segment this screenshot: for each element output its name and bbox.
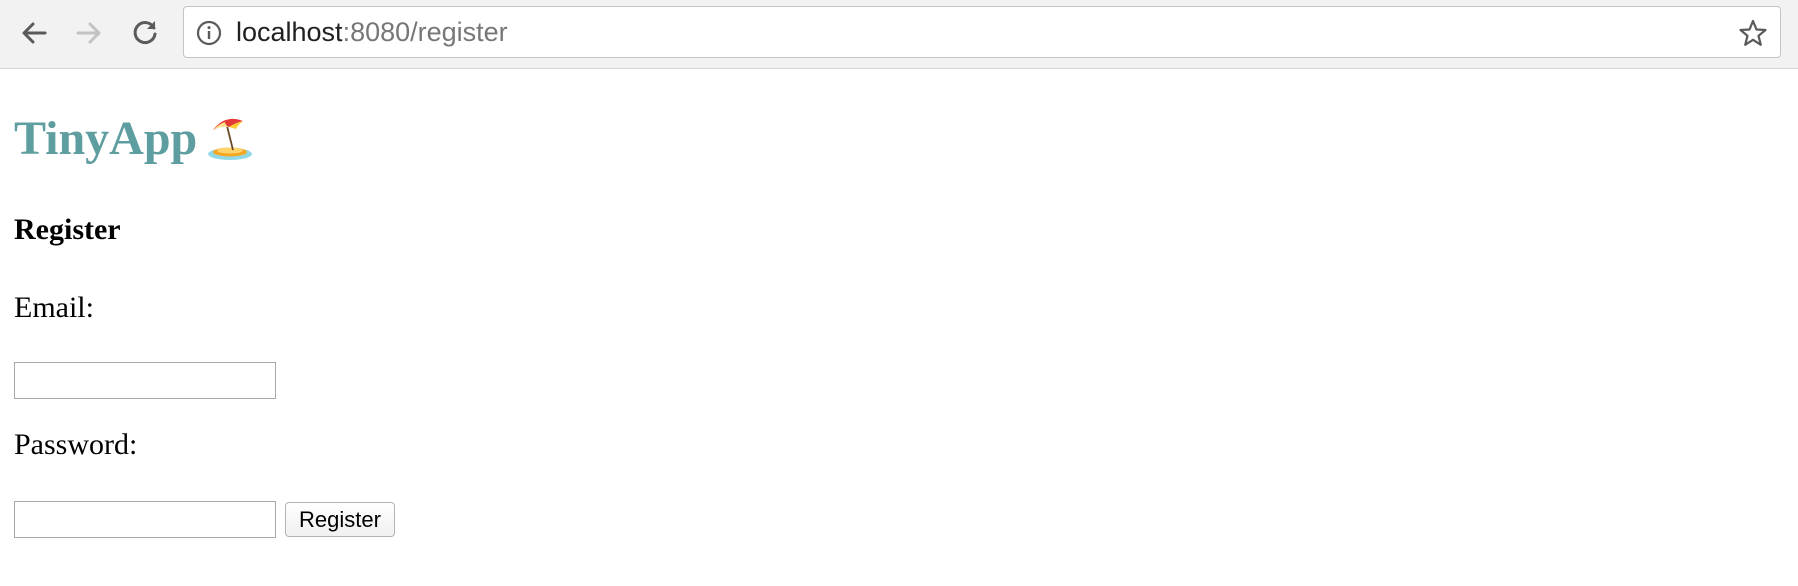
url-path: :8080/register <box>342 17 508 47</box>
browser-toolbar: localhost:8080/register <box>0 0 1798 69</box>
password-field[interactable] <box>14 501 276 538</box>
star-icon[interactable] <box>1738 18 1768 48</box>
reload-icon <box>133 21 157 44</box>
reload-button[interactable] <box>125 13 165 53</box>
register-button[interactable]: Register <box>285 502 395 537</box>
forward-arrow-icon <box>76 22 101 44</box>
back-button[interactable] <box>14 13 54 53</box>
page-heading: Register <box>14 213 121 246</box>
email-label: Email: <box>14 291 94 324</box>
email-field[interactable] <box>14 362 276 399</box>
back-arrow-icon <box>22 22 47 44</box>
address-bar[interactable]: localhost:8080/register <box>183 6 1781 58</box>
password-label: Password: <box>14 428 138 461</box>
app-title-text: TinyApp <box>14 112 198 165</box>
forward-button[interactable] <box>69 13 109 53</box>
url-text[interactable]: localhost:8080/register <box>236 7 508 57</box>
info-icon[interactable] <box>196 20 222 46</box>
beach-umbrella-icon <box>208 118 253 160</box>
url-host: localhost <box>236 17 343 47</box>
app-title: TinyApp <box>14 112 255 165</box>
